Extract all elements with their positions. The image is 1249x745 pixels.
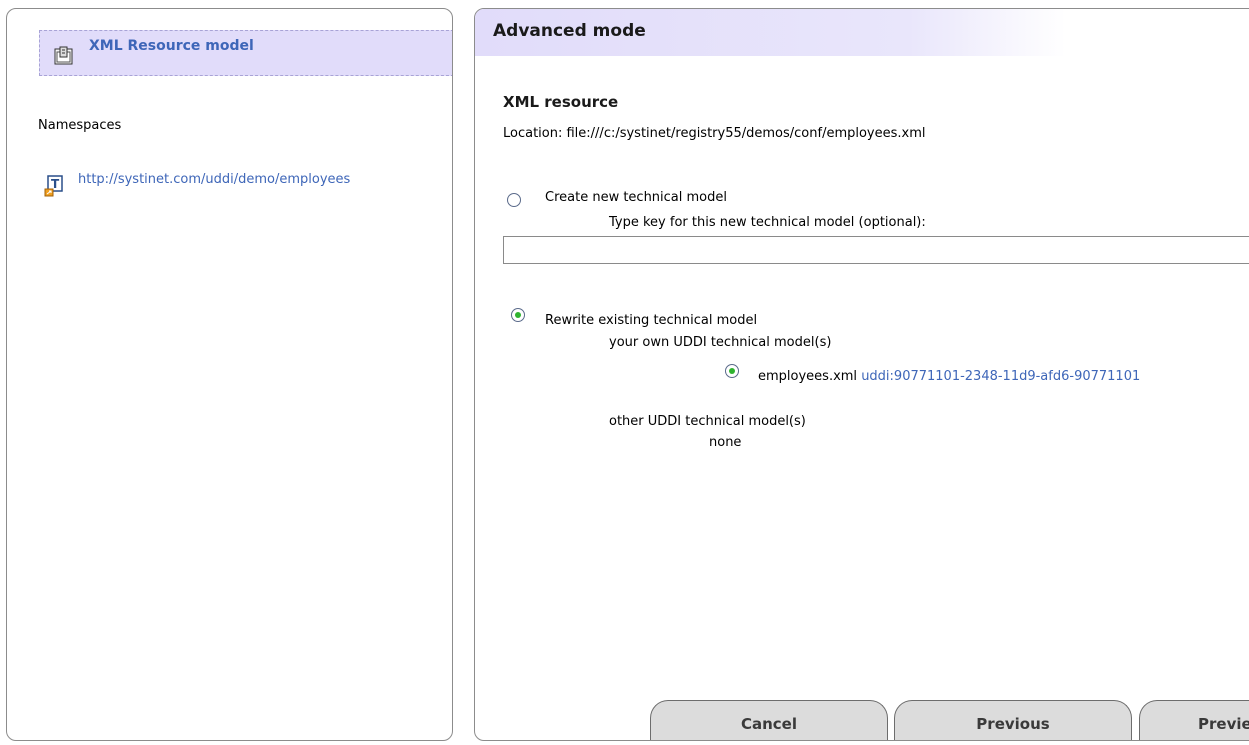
namespaces-label: Namespaces [38, 118, 122, 133]
page-title: Advanced mode [493, 21, 646, 41]
tmodel-icon: T [44, 175, 63, 197]
own-model-radio[interactable] [725, 364, 739, 378]
left-panel: XML Resource model Namespaces T http://s… [6, 8, 453, 741]
other-models-value: none [709, 435, 742, 450]
own-model-name: employees.xml [758, 369, 858, 384]
own-model-key-link[interactable]: uddi:90771101-2348-11d9-afd6-90771101 [861, 369, 1140, 384]
type-key-input[interactable] [503, 236, 1249, 264]
preview-button[interactable]: Preview [1139, 700, 1249, 740]
rewrite-existing-radio[interactable] [511, 308, 525, 322]
xml-resource-icon [54, 46, 73, 65]
advanced-header: Advanced mode [475, 9, 1249, 56]
namespace-link[interactable]: http://systinet.com/uddi/demo/employees [78, 172, 350, 187]
own-models-heading: your own UDDI technical model(s) [609, 335, 832, 350]
cancel-button[interactable]: Cancel [650, 700, 888, 740]
type-key-hint: Type key for this new technical model (o… [609, 215, 926, 230]
other-models-heading: other UDDI technical model(s) [609, 414, 806, 429]
resource-title[interactable]: XML Resource model [89, 38, 254, 54]
right-panel: Advanced mode XML resource Location: fil… [474, 8, 1249, 741]
previous-button[interactable]: Previous [894, 700, 1132, 740]
create-new-label: Create new technical model [545, 190, 727, 205]
own-model-item: employees.xml uddi:90771101-2348-11d9-af… [758, 369, 1140, 384]
section-title: XML resource [503, 93, 619, 111]
rewrite-existing-label: Rewrite existing technical model [545, 313, 758, 328]
location-text: Location: file:///c:/systinet/registry55… [503, 126, 926, 141]
create-new-radio[interactable] [507, 193, 521, 207]
